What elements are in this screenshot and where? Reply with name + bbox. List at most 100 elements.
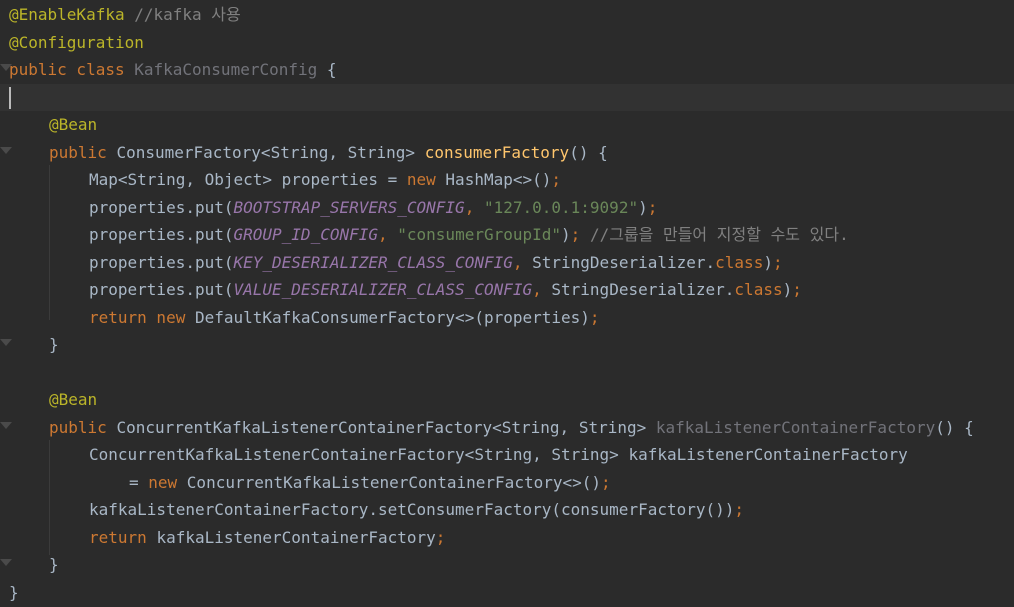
code-text: properties.put(BOOTSTRAP_SERVERS_CONFIG,…	[89, 194, 657, 222]
code-token-plain: StringDeserializer.	[532, 252, 716, 272]
code-line[interactable]: @Configuration	[0, 29, 1014, 57]
code-text: @Configuration	[9, 29, 144, 57]
code-token-keyword: ;	[551, 170, 562, 189]
code-token-keyword: ,	[512, 252, 533, 272]
code-token-keyword: ;	[435, 527, 446, 547]
code-line[interactable]: ConcurrentKafkaListenerContainerFactory<…	[0, 441, 1014, 469]
code-token-method_decl: consumerFactory	[424, 142, 570, 162]
code-token-annotation: @Bean	[49, 115, 98, 134]
fold-marker-icon[interactable]	[0, 559, 12, 566]
code-text: kafkaListenerContainerFactory.setConsume…	[89, 496, 744, 524]
code-token-plain: properties.put(	[89, 252, 234, 272]
code-token-plain: )	[561, 225, 571, 244]
code-line[interactable]: properties.put(GROUP_ID_CONFIG, "consume…	[0, 221, 1014, 249]
code-token-plain: )	[763, 252, 773, 272]
code-line[interactable]: @Bean	[0, 111, 1014, 139]
code-line[interactable]: @Bean	[0, 386, 1014, 414]
code-token-unused: kafkaListenerContainerFactory	[655, 417, 936, 437]
code-text: ConcurrentKafkaListenerContainerFactory<…	[89, 441, 908, 469]
code-token-annotation: @EnableKafka	[9, 5, 125, 24]
text-caret	[9, 86, 11, 109]
code-line[interactable]: = new ConcurrentKafkaListenerContainerFa…	[0, 469, 1014, 497]
code-token-unused: KafkaConsumerConfig	[134, 60, 318, 79]
code-token-plain: )	[782, 280, 793, 299]
code-token-plain: Map<String, Object> properties =	[89, 170, 407, 189]
code-line[interactable]: return kafkaListenerContainerFactory;	[0, 524, 1014, 552]
code-token-plain: )	[638, 197, 648, 217]
code-text: return new DefaultKafkaConsumerFactory<>…	[89, 304, 600, 332]
code-token-keyword: ;	[772, 252, 783, 272]
code-token-keyword: return	[89, 527, 157, 547]
code-editor[interactable]: @EnableKafka //kafka 사용 @Configuration pub…	[0, 0, 1014, 607]
code-token-plain: }	[49, 335, 59, 354]
code-text: properties.put(VALUE_DESERIALIZER_CLASS_…	[89, 276, 802, 304]
code-text: Map<String, Object> properties = new Has…	[89, 166, 561, 194]
code-token-keyword: ;	[589, 307, 600, 327]
code-line[interactable]: properties.put(KEY_DESERIALIZER_CLASS_CO…	[0, 249, 1014, 277]
code-text: public ConcurrentKafkaListenerContainerF…	[49, 414, 974, 442]
code-token-comment: //그룹을 만들어 지정할 수도 있다.	[589, 225, 849, 244]
code-token-constant: KEY_DESERIALIZER_CLASS_CONFIG	[233, 252, 513, 272]
code-line[interactable]: properties.put(VALUE_DESERIALIZER_CLASS_…	[0, 276, 1014, 304]
code-token-plain: {	[317, 60, 337, 79]
code-text: }	[49, 331, 59, 359]
code-text: return kafkaListenerContainerFactory;	[89, 524, 445, 552]
code-token-plain: ConsumerFactory<String, String>	[116, 142, 425, 162]
code-token-keyword: return new	[89, 307, 195, 327]
code-token-plain: }	[49, 555, 59, 574]
code-token-plain: properties.put(	[89, 197, 234, 217]
code-token-keyword: ;	[570, 225, 590, 244]
code-token-keyword: ,	[378, 225, 398, 244]
code-token-annotation: @Bean	[49, 390, 98, 409]
code-token-constant: GROUP_ID_CONFIG	[233, 225, 379, 244]
code-token-keyword: ,	[532, 280, 552, 299]
code-line[interactable]: }	[0, 579, 1014, 607]
code-token-annotation: @Configuration	[9, 32, 144, 52]
code-token-comment: //kafka 사용	[134, 5, 241, 24]
code-line[interactable]: }	[0, 551, 1014, 579]
code-token-keyword: ;	[792, 280, 802, 299]
code-token-keyword: public	[49, 417, 117, 437]
code-token-constant: BOOTSTRAP_SERVERS_CONFIG	[233, 197, 465, 217]
code-token-plain: ConcurrentKafkaListenerContainerFactory<…	[89, 445, 908, 464]
code-text: properties.put(KEY_DESERIALIZER_CLASS_CO…	[89, 249, 783, 277]
code-line[interactable]: @EnableKafka //kafka 사용	[0, 1, 1014, 29]
code-token-keyword: ,	[464, 197, 484, 217]
code-token-keyword: class	[734, 280, 783, 299]
code-line[interactable]: public class KafkaConsumerConfig {	[0, 56, 1014, 84]
code-token-plain: }	[9, 582, 19, 602]
code-text: }	[49, 551, 59, 579]
code-token-plain: HashMap<>()	[445, 170, 552, 189]
code-text: @Bean	[49, 111, 97, 139]
code-text: = new ConcurrentKafkaListenerContainerFa…	[129, 469, 611, 497]
code-token-plain: ConcurrentKafkaListenerContainerFactory<…	[186, 472, 602, 492]
code-line[interactable]: public ConcurrentKafkaListenerContainerF…	[0, 414, 1014, 442]
code-token-keyword: class	[715, 252, 764, 272]
code-token-plain: properties.put(	[89, 280, 234, 299]
code-text: }	[9, 579, 19, 607]
code-text: properties.put(GROUP_ID_CONFIG, "consume…	[89, 221, 849, 249]
code-line[interactable]: properties.put(BOOTSTRAP_SERVERS_CONFIG,…	[0, 194, 1014, 222]
code-token-keyword: ;	[601, 472, 611, 492]
code-token-plain: kafkaListenerContainerFactory	[156, 527, 436, 547]
code-line[interactable]: }	[0, 331, 1014, 359]
code-token-plain: DefaultKafkaConsumerFactory<>(properties…	[194, 307, 590, 327]
code-token-string: "127.0.0.1:9092"	[483, 197, 639, 217]
code-token-plain: properties.put(	[89, 225, 234, 244]
fold-marker-icon[interactable]	[0, 339, 12, 346]
code-line[interactable]	[0, 359, 1014, 387]
code-text: @Bean	[49, 386, 97, 414]
fold-marker-icon[interactable]	[0, 421, 12, 429]
code-line[interactable]: return new DefaultKafkaConsumerFactory<>…	[0, 304, 1014, 332]
code-text: @EnableKafka //kafka 사용	[9, 1, 241, 29]
fold-marker-icon[interactable]	[0, 146, 12, 154]
code-token-constant: VALUE_DESERIALIZER_CLASS_CONFIG	[233, 280, 533, 299]
code-line[interactable]	[0, 83, 1014, 111]
code-token-plain: kafkaListenerContainerFactory.setConsume…	[89, 500, 735, 519]
code-line[interactable]: public ConsumerFactory<String, String> c…	[0, 139, 1014, 167]
code-line[interactable]: Map<String, Object> properties = new Has…	[0, 166, 1014, 194]
code-token-string: "consumerGroupId"	[397, 225, 562, 244]
code-text: public ConsumerFactory<String, String> c…	[49, 139, 608, 167]
code-line[interactable]: kafkaListenerContainerFactory.setConsume…	[0, 496, 1014, 524]
